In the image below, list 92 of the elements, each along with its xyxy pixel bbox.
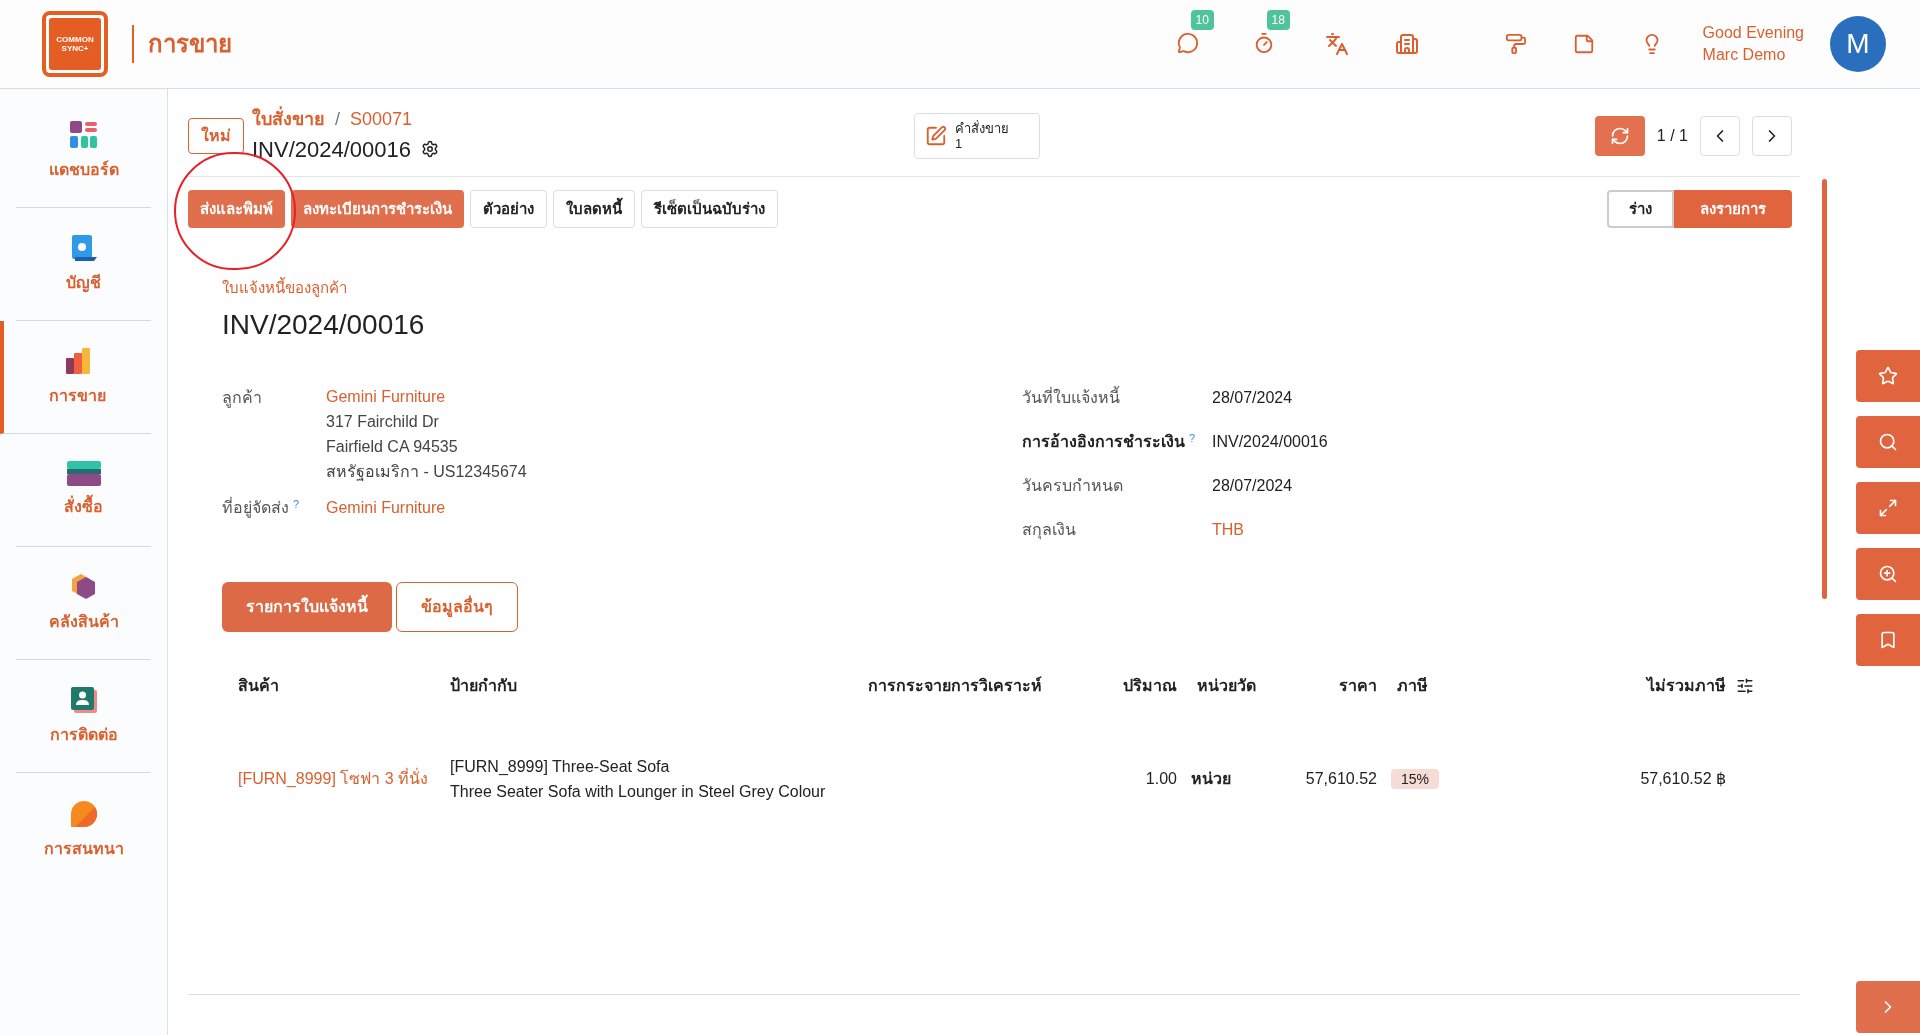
refresh-button[interactable]	[1594, 115, 1645, 156]
user-avatar[interactable]: M	[1830, 16, 1886, 72]
action-button[interactable]: ลงทะเบียนการชำระเงิน	[291, 190, 464, 228]
field-label: วันครบกำหนด	[1022, 475, 1123, 496]
field-value: 28/07/2024	[1212, 387, 1293, 408]
field-label: ลูกค้า	[222, 387, 263, 410]
currency-link[interactable]: THB	[1212, 517, 1244, 542]
help-mark[interactable]: ?	[1189, 429, 1196, 446]
column-header: การกระจายการวิเคราะห์	[867, 675, 1043, 696]
column-header: ป้ายกำกับ	[449, 675, 518, 696]
field-label: วันที่ใบแจ้งหนี้	[1022, 385, 1120, 408]
table-cell-text: Three Seater Sofa with Lounger in Steel Grey Colour	[450, 781, 827, 802]
count-badge: 18	[1266, 9, 1290, 30]
star-icon-button[interactable]	[1856, 350, 1920, 402]
greeting-text: Good Evening	[1702, 23, 1804, 43]
sidebar-item[interactable]: การติดต่อ	[16, 660, 151, 773]
status-step[interactable]: ร่าง	[1607, 190, 1674, 228]
action-button[interactable]: ใบลดหนี้	[553, 190, 635, 228]
logo-text: COMMON	[56, 35, 94, 44]
notebook-tab[interactable]: ข้อมูลอื่นๆ	[396, 581, 518, 632]
table-cell-text: หน่วย	[1190, 768, 1232, 789]
module-title: การขาย	[148, 29, 232, 59]
action-button[interactable]: ส่งและพิมพ์	[188, 190, 285, 228]
sidebar-item[interactable]: แดชบอร์ด	[16, 95, 151, 208]
address-line: 317 Fairchild Dr	[326, 411, 440, 432]
zoom-in-button[interactable]	[1856, 548, 1920, 600]
field-value: INV/2024/00016	[1212, 431, 1328, 452]
user-name: Marc Demo	[1702, 45, 1787, 65]
field-label: การอ้างอิงการชำระเงิน	[1022, 431, 1185, 452]
dashboard-icon	[68, 120, 99, 150]
refresh-icon	[1609, 125, 1630, 146]
table-cell[interactable]: [FURN_8999] โซฟา 3 ที่นั่ง	[222, 766, 434, 791]
column-header: ปริมาณ	[1122, 675, 1178, 696]
smart-button-count: 1	[954, 135, 963, 151]
search-icon	[1878, 432, 1898, 452]
delivery-address-link[interactable]: Gemini Furniture	[326, 495, 446, 520]
smart-button-label: คำสั่งขาย	[954, 120, 1009, 136]
star-icon	[1878, 366, 1898, 386]
address-line: Fairfield CA 94535	[326, 436, 459, 457]
scrollbar[interactable]	[1822, 179, 1827, 599]
action-button[interactable]: รีเซ็ตเป็นฉบับร่าง	[641, 190, 778, 228]
sidebar-item[interactable]: คลังสินค้า	[16, 547, 151, 660]
column-header: สินค้า	[237, 675, 280, 696]
new-button[interactable]: ใหม่	[188, 117, 244, 154]
settings-icon[interactable]	[421, 140, 440, 158]
record-title: INV/2024/00016	[252, 135, 412, 164]
building-icon[interactable]	[1394, 32, 1419, 56]
table-cell-text: 57,610.52 ฿	[1639, 768, 1727, 789]
smart-button[interactable]: คำสั่งขาย 1	[913, 112, 1040, 159]
table-cell-text: 57,610.52	[1304, 768, 1378, 789]
document-type-label: ใบแจ้งหนี้ของลูกค้า	[222, 277, 348, 299]
bookmark-icon	[1878, 630, 1898, 650]
zoom-in-icon	[1878, 564, 1898, 584]
table-cell-text: [FURN_8999] Three-Seat Sofa	[450, 756, 671, 777]
column-header: ภาษี	[1396, 675, 1429, 696]
breadcrumb-link[interactable]: ใบสั่งขาย	[252, 105, 325, 133]
column-header: ราคา	[1338, 675, 1378, 696]
translate-icon[interactable]	[1324, 32, 1349, 56]
column-header: ไม่รวมภาษี	[1644, 675, 1727, 696]
sidebar-item[interactable]: การขาย	[0, 321, 151, 434]
bookmark-button[interactable]	[1856, 614, 1920, 666]
card-icon	[66, 461, 101, 487]
table-cell-text: 1.00	[1144, 768, 1178, 789]
column-header: หน่วยวัด	[1196, 675, 1257, 696]
action-button[interactable]: ตัวอย่าง	[470, 190, 547, 228]
address-line: สหรัฐอเมริกา - US12345674	[326, 461, 527, 483]
paint-roller-icon[interactable]	[1504, 33, 1527, 55]
sidebar-item[interactable]: สั่งซื้อ	[16, 434, 151, 547]
tax-badge: 15%	[1391, 768, 1440, 789]
status-step[interactable]: ลงรายการ	[1674, 190, 1792, 228]
breadcrumb-separator: /	[335, 107, 340, 131]
sidebar-item[interactable]: บัญชี	[16, 208, 151, 321]
field-label: ที่อยู่จัดส่ง	[222, 496, 289, 520]
search-button[interactable]	[1856, 416, 1920, 468]
note-icon[interactable]	[1572, 33, 1595, 55]
count-badge: 10	[1190, 9, 1214, 30]
column-settings-icon[interactable]	[1736, 676, 1754, 695]
help-mark[interactable]: ?	[293, 495, 300, 512]
notebook-tab[interactable]: รายการใบแจ้งหนี้	[222, 581, 392, 632]
chat-bubble-icon	[68, 798, 99, 829]
edit-icon	[924, 124, 947, 147]
pager-text: 1 / 1	[1656, 125, 1688, 146]
field-value: 28/07/2024	[1212, 475, 1293, 496]
expand-icon	[1878, 498, 1898, 518]
logo-text: SYNC+	[61, 44, 89, 53]
breadcrumb-link[interactable]: S00071	[350, 105, 413, 133]
chat-icon	[1176, 31, 1199, 54]
sidebar-item[interactable]: การสนทนา	[16, 773, 151, 886]
invoice-number: INV/2024/00016	[222, 307, 426, 342]
customer-link[interactable]: Gemini Furniture	[326, 383, 527, 409]
contact-card-icon	[68, 685, 99, 715]
field-label: สกุลเงิน	[1022, 519, 1076, 542]
